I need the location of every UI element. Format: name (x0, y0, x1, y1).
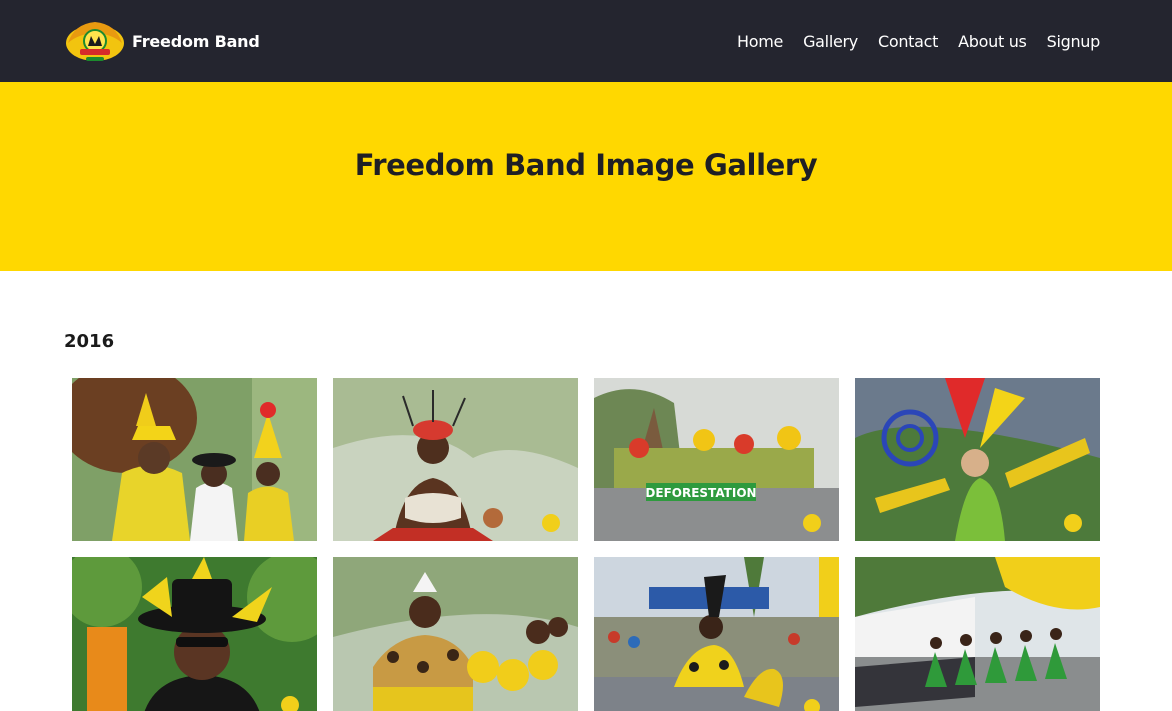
nav-item-home[interactable]: Home (737, 32, 783, 51)
hero-banner: Freedom Band Image Gallery (0, 82, 1172, 271)
crouching-dancers-parade-photo[interactable] (594, 557, 839, 711)
nav-item-signup[interactable]: Signup (1047, 32, 1101, 51)
leopard-costume-dancers-photo[interactable] (333, 557, 578, 711)
nav-menu: Home Gallery Contact About us Signup (737, 32, 1100, 51)
page-title: Freedom Band Image Gallery (354, 148, 818, 182)
brand-link[interactable]: Freedom Band (64, 16, 260, 66)
brand-name: Freedom Band (132, 31, 260, 51)
nav-item-contact[interactable]: Contact (878, 32, 938, 51)
deforestation-float-photo[interactable]: DEFORESTATION (594, 378, 839, 541)
freedom-carnival-logo-icon (66, 22, 124, 61)
costumed-revelers-portrait-photo[interactable] (72, 378, 317, 541)
photo-grid: DEFORESTATION (72, 378, 1100, 711)
gallery-section: 2016 DEFORESTATION (0, 271, 1172, 711)
nav-item-gallery[interactable]: Gallery (803, 32, 858, 51)
nav-item-about-us[interactable]: About us (958, 32, 1027, 51)
float-banner-text: DEFORESTATION (645, 486, 756, 500)
man-in-black-hat-photo[interactable] (72, 557, 317, 711)
year-heading: 2016 (64, 331, 115, 352)
beaded-dancer-photo[interactable] (333, 378, 578, 541)
navbar: Freedom Band Home Gallery Contact About … (0, 0, 1172, 82)
green-costume-dancers-line-photo[interactable] (855, 557, 1100, 711)
feathered-masquerade-dancer-photo[interactable] (855, 378, 1100, 541)
